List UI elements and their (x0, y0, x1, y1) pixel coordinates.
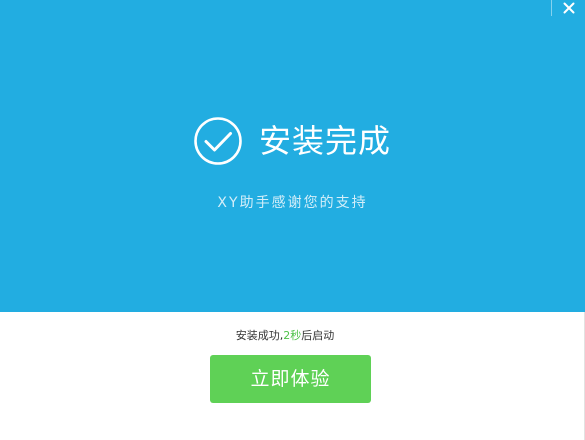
completion-title: 安装完成 (259, 122, 392, 160)
close-separator (551, 0, 552, 16)
hero-banner: 安装完成 XY助手感谢您的支持 (0, 0, 585, 312)
installer-window: 安装完成 XY助手感谢您的支持 安装成功,2秒后启动 立即体验 (0, 0, 585, 440)
close-button[interactable] (557, 0, 581, 16)
launch-status: 安装成功,2秒后启动 (0, 327, 570, 343)
start-now-button[interactable]: 立即体验 (210, 355, 371, 403)
thanks-subtitle: XY助手感谢您的支持 (217, 195, 368, 211)
status-prefix: 安装成功, (235, 329, 284, 342)
close-icon (563, 2, 575, 14)
status-suffix: 后启动 (301, 329, 335, 342)
completion-heading: 安装完成 (193, 115, 391, 167)
check-circle-icon (194, 117, 242, 165)
countdown-value: 2秒 (283, 329, 302, 342)
